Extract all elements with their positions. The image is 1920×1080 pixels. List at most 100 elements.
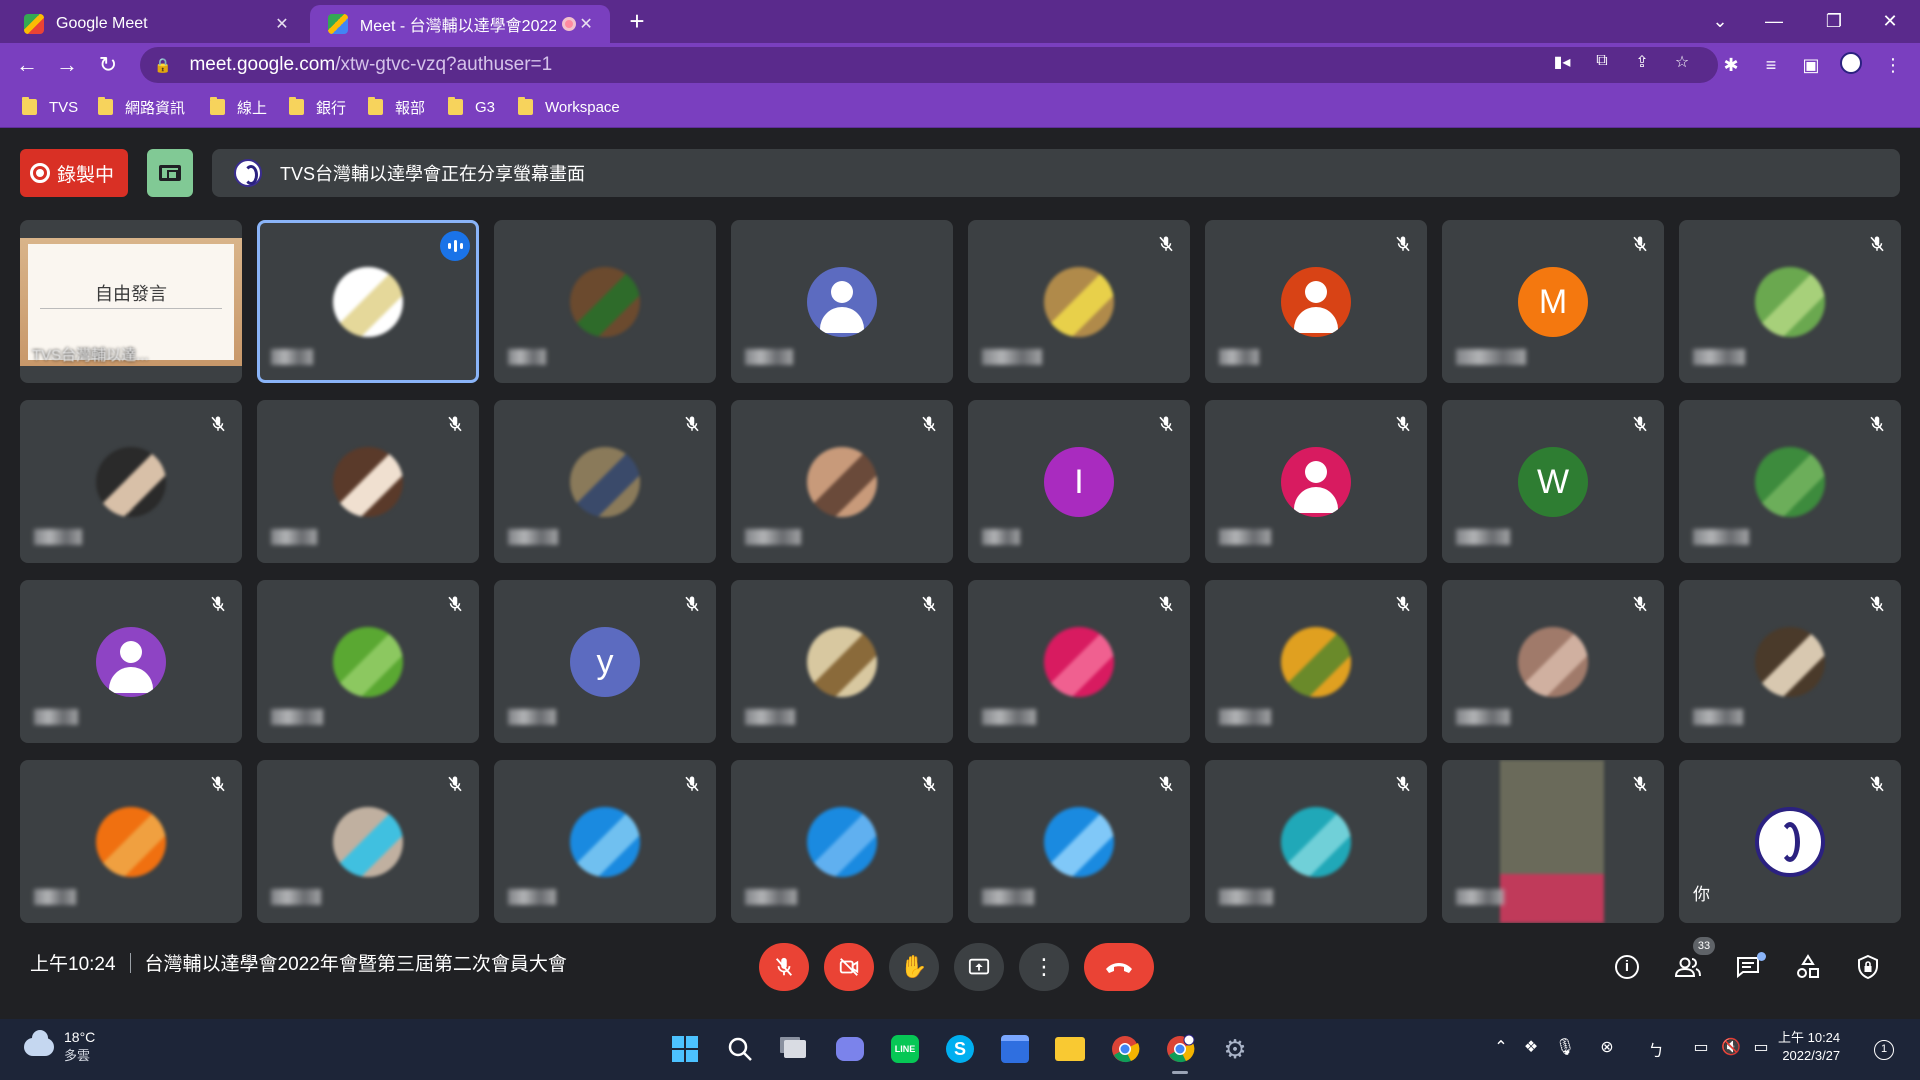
task-view-button[interactable] xyxy=(777,1031,813,1067)
system-clock[interactable]: 上午 10:24 2022/3/27 xyxy=(1778,1029,1840,1065)
volume-muted-icon[interactable]: 🔇 xyxy=(1718,1037,1744,1057)
participant-tile[interactable] xyxy=(20,760,242,923)
address-bar[interactable]: 🔒 meet.google.com/xtw-gtvc-vzq?authuser=… xyxy=(140,47,1718,83)
participant-tile[interactable] xyxy=(968,580,1190,743)
minimize-button[interactable]: — xyxy=(1754,6,1794,36)
bookmark-folder[interactable]: Workspace xyxy=(518,96,620,118)
skype-button[interactable]: S xyxy=(942,1031,978,1067)
participant-tile[interactable] xyxy=(257,580,479,743)
tab-meet-active[interactable]: Meet - 台灣輔以達學會2022 ✕ xyxy=(310,5,610,43)
chrome-button[interactable] xyxy=(1107,1031,1143,1067)
mic-off-icon xyxy=(1628,772,1652,796)
participant-tile[interactable]: I xyxy=(968,400,1190,563)
camera-icon[interactable]: ▮◂ xyxy=(1551,52,1573,72)
menu-kebab-icon[interactable]: ⋮ xyxy=(1880,52,1906,78)
tab-search-chevron-icon[interactable]: ⌄ xyxy=(1700,6,1740,36)
media-controls-icon[interactable]: ≡ xyxy=(1758,52,1784,78)
notification-badge[interactable]: 1 xyxy=(1874,1040,1894,1060)
start-button[interactable] xyxy=(667,1031,703,1067)
bookmark-star-icon[interactable]: ☆ xyxy=(1671,52,1693,72)
presentation-layout-button[interactable] xyxy=(147,149,193,197)
weather-widget[interactable]: 18°C 多雲 xyxy=(24,1029,95,1064)
extensions-icon[interactable]: ✱ xyxy=(1718,52,1744,78)
meeting-details-button[interactable]: i xyxy=(1609,949,1645,985)
chrome-profile-button[interactable] xyxy=(1162,1031,1198,1074)
participant-tile[interactable]: y xyxy=(494,580,716,743)
participant-tile[interactable] xyxy=(1679,220,1901,383)
bookmark-folder[interactable]: 線上 xyxy=(210,96,267,118)
search-button[interactable] xyxy=(722,1031,758,1067)
participant-tile[interactable] xyxy=(257,400,479,563)
participant-tile[interactable] xyxy=(1442,580,1664,743)
recording-badge[interactable]: 錄製中 xyxy=(20,149,128,197)
participant-tile[interactable] xyxy=(731,580,953,743)
person-icon-body xyxy=(820,307,864,333)
participant-tile[interactable] xyxy=(1442,760,1664,923)
presentation-tile[interactable]: 自由發言 TVS台灣輔以達... xyxy=(20,220,242,383)
x-circle-icon[interactable]: ⊗ xyxy=(1594,1037,1620,1057)
participant-tile[interactable] xyxy=(494,400,716,563)
participant-tile[interactable] xyxy=(1205,220,1427,383)
present-now-button[interactable] xyxy=(954,943,1004,991)
reload-button[interactable]: ↻ xyxy=(93,50,123,80)
close-window-button[interactable]: ✕ xyxy=(1870,6,1910,36)
activities-button[interactable] xyxy=(1790,949,1826,985)
microphone-tray-icon[interactable]: 🎙 xyxy=(1552,1037,1578,1057)
participant-tile[interactable] xyxy=(1205,400,1427,563)
network-icon[interactable]: ▭ xyxy=(1688,1037,1714,1057)
tab-google-meet[interactable]: Google Meet ✕ xyxy=(6,5,306,43)
teams-chat-button[interactable] xyxy=(832,1031,868,1067)
self-tile[interactable]: 你 xyxy=(1679,760,1901,923)
camera-off-button[interactable] xyxy=(824,943,874,991)
bookmark-folder[interactable]: TVS xyxy=(22,96,78,118)
participant-tile[interactable]: W xyxy=(1442,400,1664,563)
participant-tile[interactable]: M xyxy=(1442,220,1664,383)
new-tab-button[interactable]: + xyxy=(622,7,652,37)
participant-tile[interactable] xyxy=(20,400,242,563)
participant-tile[interactable] xyxy=(731,400,953,563)
participant-tile[interactable] xyxy=(1205,580,1427,743)
file-explorer-button[interactable] xyxy=(1052,1031,1088,1067)
bookmark-folder[interactable]: 銀行 xyxy=(289,96,346,118)
participant-tile[interactable] xyxy=(257,220,479,383)
back-button[interactable]: ← xyxy=(12,50,42,80)
restore-button[interactable]: ❐ xyxy=(1814,6,1854,36)
bookmark-folder[interactable]: 網路資訊 xyxy=(98,96,185,118)
more-options-button[interactable]: ⋮ xyxy=(1019,943,1069,991)
default-person-avatar xyxy=(1281,267,1351,337)
dropbox-icon[interactable]: ❖ xyxy=(1518,1037,1544,1057)
participant-tile[interactable] xyxy=(731,760,953,923)
forward-button[interactable]: → xyxy=(52,50,82,80)
battery-icon[interactable]: ▭ xyxy=(1748,1037,1774,1057)
side-panel-icon[interactable]: ▣ xyxy=(1798,52,1824,78)
open-in-window-icon[interactable]: ⧉ xyxy=(1591,52,1613,72)
participant-tile[interactable] xyxy=(494,220,716,383)
participant-tile[interactable] xyxy=(494,760,716,923)
tab-close-icon[interactable]: ✕ xyxy=(576,14,596,34)
tab-close-icon[interactable]: ✕ xyxy=(272,14,292,34)
participant-tile[interactable] xyxy=(968,220,1190,383)
participant-tile[interactable] xyxy=(257,760,479,923)
participant-tile[interactable] xyxy=(20,580,242,743)
leave-call-button[interactable] xyxy=(1084,943,1154,991)
meet-favicon-icon xyxy=(328,14,348,34)
bookmark-folder[interactable]: 報部 xyxy=(368,96,425,118)
line-app-button[interactable]: LINE xyxy=(887,1031,923,1067)
raise-hand-button[interactable]: ✋ xyxy=(889,943,939,991)
windows-taskbar: 18°C 多雲 LINE S ⚙ ⌃ ❖ 🎙 ⊗ ㄅ ▭ 🔇 ▭ 上午 10:2… xyxy=(0,1019,1920,1080)
settings-button[interactable]: ⚙ xyxy=(1217,1031,1253,1067)
bookmark-folder[interactable]: G3 xyxy=(448,96,495,118)
share-icon[interactable]: ⇪ xyxy=(1631,52,1653,72)
host-controls-button[interactable] xyxy=(1850,949,1886,985)
participant-tile[interactable] xyxy=(731,220,953,383)
ime-icon[interactable]: ㄅ xyxy=(1643,1037,1669,1061)
show-hidden-icons-button[interactable]: ⌃ xyxy=(1488,1037,1514,1057)
presenter-caption: TVS台灣輔以達... xyxy=(32,347,149,364)
calendar-app-button[interactable] xyxy=(997,1031,1033,1067)
participant-tile[interactable] xyxy=(1205,760,1427,923)
participant-tile[interactable] xyxy=(1679,400,1901,563)
profile-avatar[interactable] xyxy=(1838,52,1864,78)
microphone-off-button[interactable] xyxy=(759,943,809,991)
participant-tile[interactable] xyxy=(1679,580,1901,743)
participant-tile[interactable] xyxy=(968,760,1190,923)
